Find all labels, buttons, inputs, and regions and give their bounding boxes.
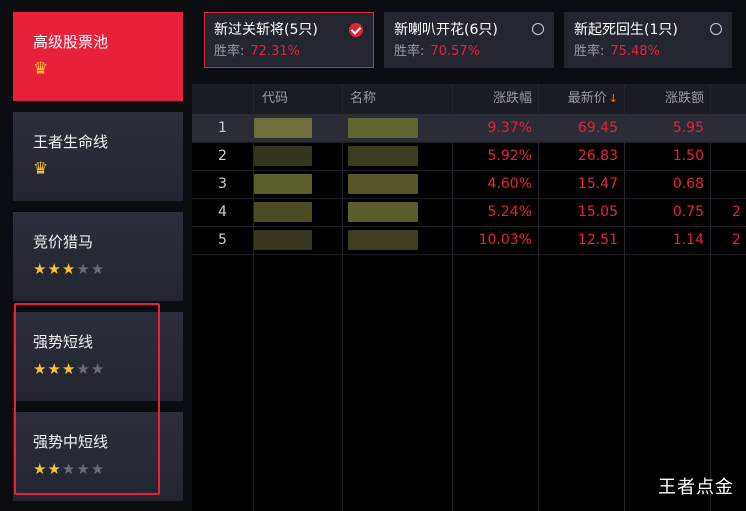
sort-down-icon: ↓ [608,92,618,105]
table-row[interactable]: 4 5.24% 15.05 0.75 2 [192,198,746,226]
table-row[interactable]: 1 9.37% 69.45 5.95 [192,114,746,142]
redacted-name [348,202,418,222]
star-empty-icon: ★ [76,460,90,478]
cell-change-pct: 10.03% [478,232,532,248]
star-filled-icon: ★ [47,460,61,478]
cell-change-pct: 5.24% [487,204,532,220]
cell-change-pct: 9.37% [487,120,532,136]
redacted-name [348,230,418,250]
star-empty-icon: ★ [90,460,105,478]
cell-price: 15.05 [577,204,618,220]
cell-price: 15.47 [577,176,618,192]
redacted-code [254,230,312,250]
strategy-card-guoguan[interactable]: 新过关斩将(5只) 胜率: 72.31% [204,12,374,68]
sidebar-item-label: 竞价猎马 [33,233,94,251]
star-filled-icon: ★ [33,460,47,478]
radio-unchecked-icon[interactable] [710,23,722,35]
cell-change: 1.50 [672,148,704,164]
column-header-price[interactable]: 最新价 ↓ [538,84,624,114]
row-index: 2 [218,148,227,164]
win-rate-value: 70.57% [430,44,480,59]
cell-change: 1.14 [672,232,704,248]
star-filled-icon: ★ [61,260,76,278]
column-header-name[interactable]: 名称 [342,84,452,114]
cell-price: 69.45 [577,120,618,136]
redacted-code [254,174,312,194]
cell-price: 12.51 [577,232,618,248]
star-filled-icon: ★ [47,360,61,378]
cell-change-pct: 4.60% [487,176,532,192]
watermark-text: 王者点金 [658,477,734,498]
cell-price: 26.83 [577,148,618,164]
redacted-code [254,146,312,166]
radio-checked-icon[interactable] [349,23,363,37]
sidebar-item-label: 强势短线 [33,333,94,351]
star-empty-icon: ★ [90,260,105,278]
win-rate-value: 72.31% [250,44,300,59]
row-index: 4 [218,204,227,220]
star-rating: ★★★★★ [33,460,183,478]
radio-unchecked-icon[interactable] [532,23,544,35]
row-index: 3 [218,176,227,192]
star-filled-icon: ★ [33,360,47,378]
column-header-label: 最新价 [567,91,607,106]
redacted-name [348,174,418,194]
column-header-code[interactable]: 代码 [254,84,342,114]
redacted-name [348,118,418,138]
sidebar-item-label: 高级股票池 [33,33,109,51]
cell-change: 0.68 [672,176,704,192]
column-header-change-pct[interactable]: 涨跌幅 [452,84,538,114]
sidebar-item-strong-mid-short[interactable]: 强势中短线 ★★★★★ [13,412,183,501]
strategy-card-laba[interactable]: 新喇叭开花(6只) 胜率: 70.57% [384,12,554,68]
table-row[interactable]: 5 10.03% 12.51 1.14 2 [192,226,746,254]
cell-truncated: 2 [732,204,741,220]
star-filled-icon: ★ [61,360,76,378]
strategy-card-qisi[interactable]: 新起死回生(1只) 胜率: 75.48% [564,12,732,68]
win-rate-label: 胜率: [214,44,245,59]
win-rate-label: 胜率: [574,44,605,59]
cell-truncated: 2 [732,232,741,248]
star-empty-icon: ★ [76,260,90,278]
stock-table: 代码 名称 涨跌幅 最新价↓ 涨跌额 1 9.37% 69.45 5.95 2 [192,84,746,511]
table-row[interactable]: 3 4.60% 15.47 0.68 [192,170,746,198]
row-divider [192,254,746,255]
star-empty-icon: ★ [61,460,76,478]
crown-icon: ♛ [33,59,49,79]
star-filled-icon: ★ [33,260,47,278]
cell-change-pct: 5.92% [487,148,532,164]
crown-icon: ♛ [33,159,49,179]
table-header: 代码 名称 涨跌幅 最新价 ↓ 涨跌额 [192,84,746,114]
star-rating: ★★★★★ [33,360,183,378]
redacted-name [348,146,418,166]
row-index: 1 [218,120,227,136]
row-index: 5 [218,232,227,248]
redacted-code [254,118,312,138]
card-title: 新起死回生(1只) [574,22,678,38]
sidebar-item-label: 王者生命线 [33,133,109,151]
card-title: 新喇叭开花(6只) [394,22,498,38]
redacted-code [254,202,312,222]
sidebar-item-strong-short[interactable]: 强势短线 ★★★★★ [13,312,183,401]
cell-change: 0.75 [672,204,704,220]
strategy-cards: 新过关斩将(5只) 胜率: 72.31% 新喇叭开花(6只) 胜率: 70.57% … [192,0,746,84]
column-header-change[interactable]: 涨跌额 [624,84,710,114]
sidebar-item-premium-pool[interactable]: 高级股票池 ♛ [13,12,183,101]
table-row[interactable]: 2 5.92% 26.83 1.50 [192,142,746,170]
star-empty-icon: ★ [76,360,90,378]
app-root: 高级股票池 ♛ 王者生命线 ♛ 竞价猎马 ★★★★★ 强势短线 ★★★★★ 强势… [0,0,746,511]
sidebar-item-king-lifeline[interactable]: 王者生命线 ♛ [13,112,183,201]
sidebar: 高级股票池 ♛ 王者生命线 ♛ 竞价猎马 ★★★★★ 强势短线 ★★★★★ 强势… [0,0,192,511]
win-rate-label: 胜率: [394,44,425,59]
cell-change: 5.95 [672,120,704,136]
star-empty-icon: ★ [90,360,105,378]
star-filled-icon: ★ [47,260,61,278]
sidebar-item-label: 强势中短线 [33,433,109,451]
win-rate-value: 75.48% [610,44,660,59]
star-rating: ★★★★★ [33,260,183,278]
sidebar-item-bidding-hunt[interactable]: 竞价猎马 ★★★★★ [13,212,183,301]
